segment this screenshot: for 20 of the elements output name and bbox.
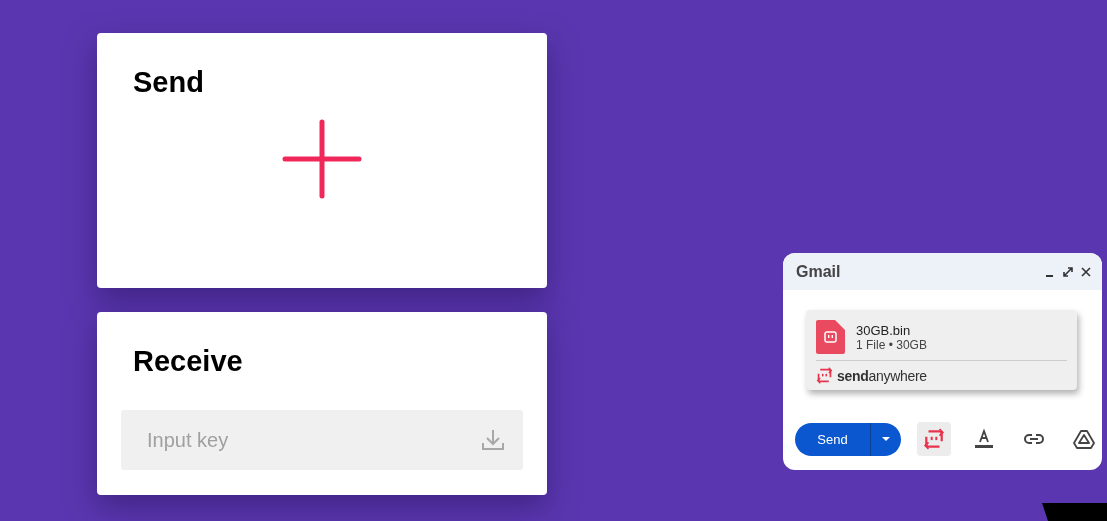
brand-name: sendanywhere bbox=[837, 367, 927, 384]
sendanywhere-icon bbox=[923, 428, 945, 450]
plus-icon[interactable] bbox=[282, 119, 362, 199]
card-title: Send bbox=[132, 65, 205, 98]
drive-icon bbox=[1073, 429, 1095, 449]
expand-icon[interactable] bbox=[1062, 265, 1074, 278]
file-details: 1 File • 30GB bbox=[856, 337, 927, 352]
sendanywhere-logo-icon bbox=[816, 367, 833, 384]
file-name: 30GB.bin bbox=[856, 322, 912, 338]
link-icon bbox=[1023, 433, 1045, 445]
send-options-button[interactable] bbox=[870, 422, 901, 456]
card-title: Receive bbox=[132, 344, 244, 377]
text-format-icon bbox=[974, 429, 994, 449]
corner-shape bbox=[1042, 503, 1107, 521]
send-button[interactable]: Send bbox=[795, 422, 870, 456]
caret-icon bbox=[881, 436, 891, 442]
close-icon[interactable] bbox=[1080, 265, 1092, 278]
window-title: Gmail bbox=[796, 262, 842, 281]
file-icon bbox=[816, 320, 845, 354]
key-input-field[interactable]: Input key bbox=[121, 410, 523, 470]
